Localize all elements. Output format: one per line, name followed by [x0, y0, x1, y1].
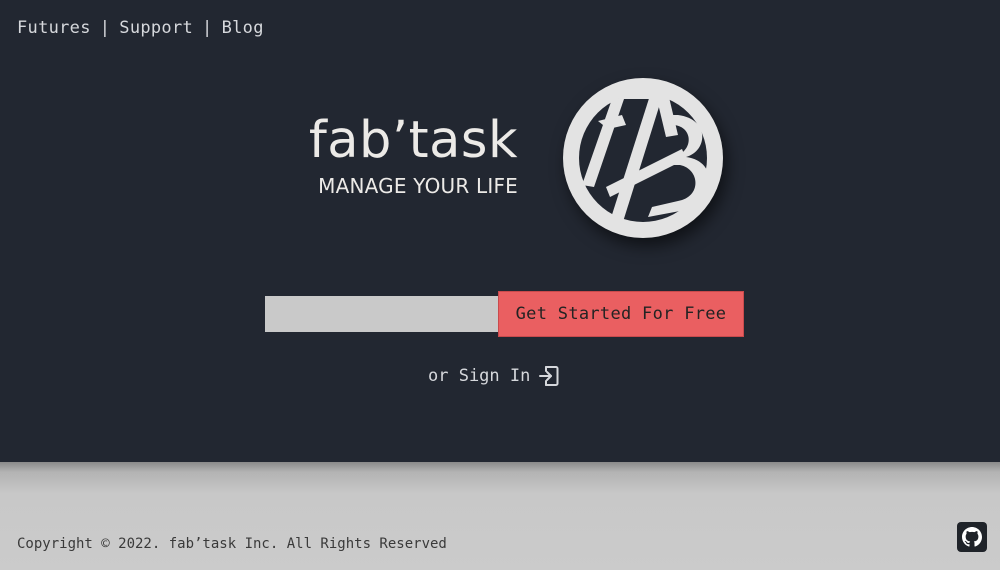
brand-block: fab’task MANAGE YOUR LIFE	[308, 111, 518, 199]
nav-link-futures[interactable]: Futures	[17, 18, 91, 38]
get-started-button[interactable]: Get Started For Free	[498, 291, 744, 337]
nav-separator: |	[99, 18, 111, 38]
hero-section: Futures | Support | Blog fab’task MANAGE YOU…	[0, 0, 1000, 462]
page: Futures | Support | Blog fab’task MANAGE YOU…	[0, 0, 1000, 570]
sign-in-label: or Sign In	[428, 366, 531, 386]
signup-form: Get Started For Free	[265, 291, 744, 337]
top-nav: Futures | Support | Blog	[17, 18, 264, 38]
sign-in-icon	[539, 366, 559, 386]
copyright-text: Copyright © 2022. fab’task Inc. All Righ…	[17, 536, 447, 552]
github-link[interactable]	[957, 522, 987, 552]
footer: Copyright © 2022. fab’task Inc. All Righ…	[0, 462, 1000, 570]
brand-name: fab’task	[308, 111, 518, 170]
nav-separator: |	[202, 18, 213, 38]
logo-icon	[563, 78, 723, 238]
nav-link-blog[interactable]: Blog	[222, 18, 264, 38]
sign-in-link[interactable]: or Sign In	[428, 364, 561, 388]
nav-link-support[interactable]: Support	[119, 18, 193, 38]
email-input[interactable]	[265, 296, 498, 332]
brand-tagline: MANAGE YOUR LIFE	[318, 174, 518, 198]
github-icon	[962, 527, 982, 547]
